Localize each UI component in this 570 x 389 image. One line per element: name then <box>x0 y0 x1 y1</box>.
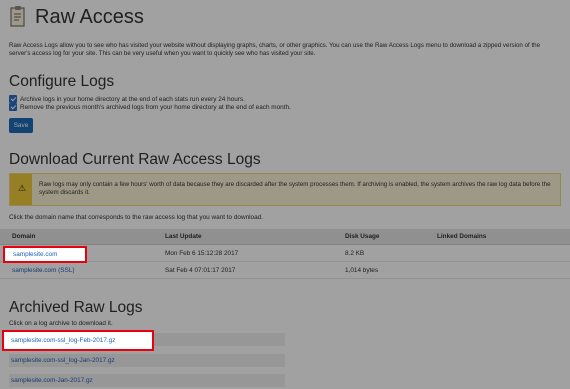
download-logs-heading: Download Current Raw Access Logs <box>9 151 261 168</box>
page-title: Raw Access <box>35 5 144 28</box>
domain-link[interactable]: samplesite.com (SSL) <box>12 267 75 274</box>
highlighted-domain-link[interactable]: samplesite.com <box>3 246 87 263</box>
save-button[interactable]: Save <box>9 118 33 133</box>
remove-logs-checkbox[interactable] <box>9 103 17 111</box>
table-row: samplesite.com (SSL) Sat Feb 4 07:01:17 … <box>0 262 570 279</box>
warning-text: Raw logs may only contain a few hours' w… <box>39 181 551 196</box>
warning-icon: ⚠ <box>17 183 27 193</box>
page-header: Raw Access <box>9 2 144 32</box>
document-icon <box>9 5 27 29</box>
configure-logs-heading: Configure Logs <box>9 73 115 90</box>
highlighted-domain-text: samplesite.com <box>13 251 58 258</box>
warning-bar: ⚠ <box>10 174 32 205</box>
archive-logs-checkbox[interactable] <box>9 95 17 103</box>
archive-logs-option[interactable]: Archive logs in your home directory at t… <box>9 95 245 103</box>
archive-link[interactable]: samplesite.com-Jan-2017.gz <box>11 377 93 384</box>
last-update-cell: Sat Feb 4 07:01:17 2017 <box>165 267 236 274</box>
archive-item[interactable]: samplesite.com-ssl_log-Jan-2017.gz <box>9 354 285 367</box>
column-disk-usage: Disk Usage <box>345 233 380 240</box>
last-update-cell: Mon Feb 6 15:12:28 2017 <box>165 250 239 257</box>
highlighted-archive-link[interactable]: samplesite.com-ssl_log-Feb-2017.gz <box>2 330 154 351</box>
disk-usage-cell: 8.2 KB <box>345 250 365 257</box>
archive-instruction: Click on a log archive to download it. <box>9 320 113 327</box>
archive-link[interactable]: samplesite.com-ssl_log-Jan-2017.gz <box>11 357 115 364</box>
warning-alert: ⚠ Raw logs may only contain a few hours'… <box>9 173 561 206</box>
column-last-update: Last Update <box>165 233 202 240</box>
highlighted-archive-text: samplesite.com-ssl_log-Feb-2017.gz <box>11 337 116 344</box>
raw-access-page: Raw Access Raw Access Logs allow you to … <box>0 0 570 389</box>
archive-logs-label: Archive logs in your home directory at t… <box>20 95 245 103</box>
disk-usage-cell: 1,014 bytes <box>345 267 379 274</box>
remove-logs-option[interactable]: Remove the previous month's archived log… <box>9 103 291 111</box>
column-linked-domains: Linked Domains <box>437 233 487 240</box>
remove-logs-label: Remove the previous month's archived log… <box>20 103 291 111</box>
column-domain: Domain <box>12 233 36 240</box>
intro-text: Raw Access Logs allow you to see who has… <box>9 42 541 57</box>
table-header: Domain Last Update Disk Usage Linked Dom… <box>0 229 570 245</box>
archive-item[interactable]: samplesite.com-Jan-2017.gz <box>9 374 285 387</box>
archived-logs-heading: Archived Raw Logs <box>9 299 143 316</box>
download-instruction: Click the domain name that corresponds t… <box>9 214 263 221</box>
